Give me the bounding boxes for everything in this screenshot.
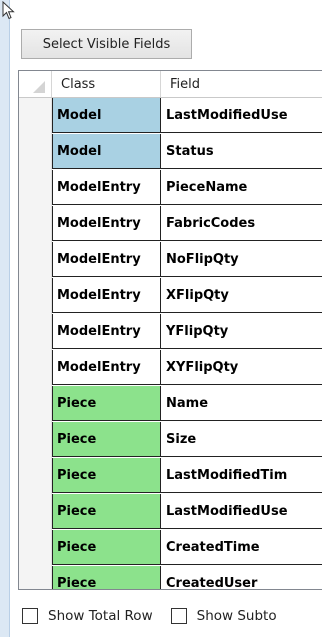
row-header[interactable] xyxy=(19,494,52,530)
table-row[interactable]: Piece Name xyxy=(19,386,322,422)
cell-class[interactable]: ModelEntry xyxy=(52,170,161,205)
cell-field[interactable]: Name xyxy=(161,386,322,421)
row-header[interactable] xyxy=(19,278,52,314)
cell-class[interactable]: Piece xyxy=(52,458,161,493)
row-header[interactable] xyxy=(19,98,52,134)
cell-class[interactable]: ModelEntry xyxy=(52,242,161,277)
table-row[interactable]: ModelEntry YFlipQty xyxy=(19,314,322,350)
table-row[interactable]: Model Status xyxy=(19,134,322,170)
cell-field[interactable]: LastModifiedUse xyxy=(161,98,322,133)
row-header[interactable] xyxy=(19,134,52,170)
grid-header: Class Field xyxy=(19,71,322,98)
select-all-triangle-icon xyxy=(33,81,45,93)
show-subtotals-label: Show Subto xyxy=(196,608,277,624)
cell-class[interactable]: Piece xyxy=(52,566,161,589)
cell-class[interactable]: Piece xyxy=(52,422,161,457)
show-subtotals-option[interactable]: Show Subto xyxy=(170,608,277,624)
cell-class[interactable]: Piece xyxy=(52,386,161,421)
cell-field[interactable]: YFlipQty xyxy=(161,314,322,349)
cell-field[interactable]: LastModifiedTim xyxy=(161,458,322,493)
cell-field[interactable]: XYFlipQty xyxy=(161,350,322,385)
cell-class[interactable]: Piece xyxy=(52,530,161,565)
options-bar: Show Total Row Show Subto xyxy=(0,595,322,637)
row-header[interactable] xyxy=(19,350,52,386)
cell-field[interactable]: CreatedTime xyxy=(161,530,322,565)
table-row[interactable]: ModelEntry NoFlipQty xyxy=(19,242,322,278)
table-row[interactable]: Piece LastModifiedTim xyxy=(19,458,322,494)
grid-rows: Model LastModifiedUse Model Status ModelEntr… xyxy=(19,98,322,589)
cell-field[interactable]: NoFlipQty xyxy=(161,242,322,277)
cell-class[interactable]: Piece xyxy=(52,494,161,529)
select-all-corner[interactable] xyxy=(19,71,52,97)
row-header[interactable] xyxy=(19,422,52,458)
table-row[interactable]: ModelEntry FabricCodes xyxy=(19,206,322,242)
cell-field[interactable]: LastModifiedUse xyxy=(161,494,322,529)
cell-class[interactable]: ModelEntry xyxy=(52,206,161,241)
table-row[interactable]: Piece LastModifiedUse xyxy=(19,494,322,530)
table-row[interactable]: ModelEntry PieceName xyxy=(19,170,322,206)
column-header-field[interactable]: Field xyxy=(161,71,322,97)
row-header[interactable] xyxy=(19,170,52,206)
row-header[interactable] xyxy=(19,242,52,278)
table-row[interactable]: ModelEntry XFlipQty xyxy=(19,278,322,314)
cell-field[interactable]: PieceName xyxy=(161,170,322,205)
column-header-class[interactable]: Class xyxy=(52,71,161,97)
show-total-row-label: Show Total Row xyxy=(48,608,153,624)
cell-field[interactable]: CreatedUser xyxy=(161,566,322,589)
cell-class[interactable]: Model xyxy=(52,98,161,133)
table-row[interactable]: Piece Size xyxy=(19,422,322,458)
table-row[interactable]: Piece CreatedTime xyxy=(19,530,322,566)
show-subtotals-checkbox[interactable] xyxy=(170,608,187,624)
show-total-row-option[interactable]: Show Total Row xyxy=(22,608,153,624)
cell-field[interactable]: Size xyxy=(161,422,322,457)
cell-field[interactable]: XFlipQty xyxy=(161,278,322,313)
show-total-row-checkbox[interactable] xyxy=(22,608,38,624)
mouse-cursor-icon xyxy=(2,1,15,20)
table-row[interactable]: Piece CreatedUser xyxy=(19,566,322,589)
cell-field[interactable]: FabricCodes xyxy=(161,206,322,241)
row-header[interactable] xyxy=(19,566,52,589)
row-header[interactable] xyxy=(19,530,52,566)
cell-field[interactable]: Status xyxy=(161,134,322,169)
row-header[interactable] xyxy=(19,206,52,242)
fields-grid: Class Field Model LastModifiedUse Model Sta… xyxy=(18,70,322,590)
cell-class[interactable]: Model xyxy=(52,134,161,169)
table-row[interactable]: ModelEntry XYFlipQty xyxy=(19,350,322,386)
window-left-edge xyxy=(0,0,10,637)
table-row[interactable]: Model LastModifiedUse xyxy=(19,98,322,134)
cell-class[interactable]: ModelEntry xyxy=(52,350,161,385)
cell-class[interactable]: ModelEntry xyxy=(52,314,161,349)
row-header[interactable] xyxy=(19,314,52,350)
row-header[interactable] xyxy=(19,458,52,494)
select-visible-fields-button[interactable]: Select Visible Fields xyxy=(21,29,192,59)
cell-class[interactable]: ModelEntry xyxy=(52,278,161,313)
row-header[interactable] xyxy=(19,386,52,422)
